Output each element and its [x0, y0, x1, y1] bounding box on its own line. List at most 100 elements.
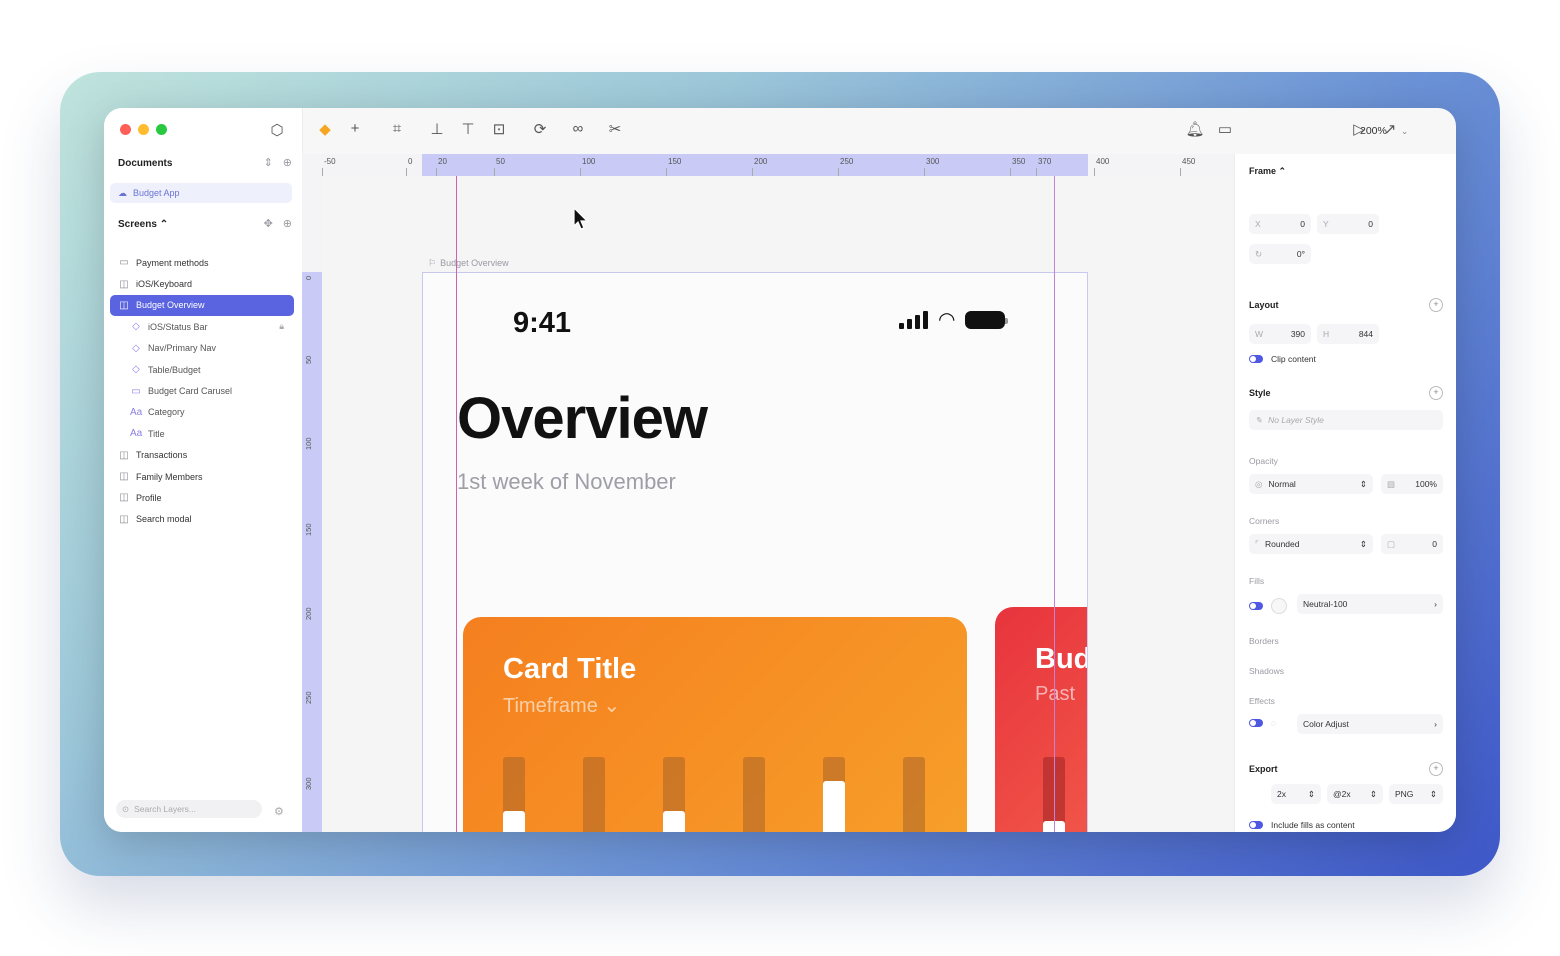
layer-item[interactable]: Aa Category	[110, 402, 294, 423]
layer-label: iOS/Keyboard	[136, 279, 193, 290]
document-item-budget-app[interactable]: ☁ Budget App	[110, 183, 292, 203]
layer-item[interactable]: ◇ Nav/Primary Nav	[110, 338, 294, 359]
ruler-tick-mark	[406, 168, 407, 176]
export-format-value: PNG	[1395, 789, 1414, 799]
layer-item[interactable]: ◇ Table/Budget	[110, 359, 294, 380]
effects-heading: Effects	[1249, 696, 1275, 706]
fill-row[interactable]	[1249, 598, 1287, 614]
insert-plus-icon[interactable]: +	[344, 120, 366, 137]
layer-item[interactable]: ▭ Budget Card Carusel	[110, 380, 294, 401]
components-cube-icon[interactable]: ⬡	[268, 122, 286, 140]
clip-content-row[interactable]: Clip content	[1249, 354, 1316, 364]
export-suffix-select[interactable]: @2x ⇕	[1327, 784, 1383, 804]
move-icon[interactable]: ✥	[264, 217, 273, 230]
layer-item[interactable]: ◇ iOS/Status Bar 🔒︎	[110, 316, 294, 337]
corner-icon: ⌜	[1255, 538, 1259, 549]
stamp-icon[interactable]: ⊥	[426, 120, 448, 138]
overview-title[interactable]: Overview	[457, 385, 708, 452]
link-icon[interactable]: ∞	[567, 120, 589, 137]
artboard-icon: ◫	[119, 492, 129, 504]
frame-label[interactable]: ⚐ Budget Overview	[428, 258, 509, 269]
prototype-icon[interactable]: ↗	[1379, 120, 1401, 138]
include-fills-row[interactable]: Include fills as content	[1249, 820, 1355, 830]
bell-icon[interactable]: 🔔︎	[1184, 120, 1206, 138]
symbol-icon[interactable]: ⟳	[529, 120, 551, 138]
comment-icon[interactable]: ▭	[1214, 120, 1236, 138]
overview-subtitle[interactable]: 1st week of November	[457, 469, 676, 495]
layer-item[interactable]: ▭ Payment methods	[110, 252, 294, 273]
ruler-tick-mark	[1010, 168, 1011, 176]
gear-icon[interactable]: ⚙	[274, 805, 284, 818]
crop-icon[interactable]: ⌗	[386, 120, 408, 137]
blend-mode-select[interactable]: ◎ Normal ⇕	[1249, 474, 1373, 494]
layer-item[interactable]: ◫ Profile	[110, 487, 294, 508]
budget-card-2[interactable]: Bud Past	[995, 607, 1088, 832]
layer-item[interactable]: ◫ Transactions	[110, 445, 294, 466]
card2-title: Bud	[1035, 643, 1088, 675]
add-layout-icon[interactable]: +	[1429, 298, 1443, 312]
include-fills-toggle[interactable]	[1249, 821, 1263, 829]
canvas[interactable]: ⚐ Budget Overview 9:41 ◠ Overview 1st we…	[322, 176, 1234, 832]
effect-name: Color Adjust	[1303, 719, 1349, 729]
ruler-tick-mark	[436, 168, 437, 176]
text-icon: Aa	[130, 428, 143, 440]
add-screen-icon[interactable]: ⊕	[283, 217, 292, 230]
card-bar	[743, 757, 765, 832]
layer-item[interactable]: ◫ Budget Overview	[110, 294, 294, 317]
layer-item[interactable]: Aa Title	[110, 423, 294, 444]
fill-color-select[interactable]: Neutral-100 ›	[1297, 594, 1443, 614]
corner-radius-field[interactable]: ▢ 0	[1381, 534, 1443, 554]
export-format-select[interactable]: PNG ⇕	[1389, 784, 1443, 804]
opacity-field[interactable]: ▧ 100%	[1381, 474, 1443, 494]
frame-heading[interactable]: Frame ⌃	[1249, 166, 1286, 177]
layer-item[interactable]: ◫ iOS/Keyboard	[110, 273, 294, 294]
layer-style-select[interactable]: ✎ No Layer Style	[1249, 410, 1443, 430]
ruler-tick-label: 400	[1096, 157, 1110, 166]
add-export-icon[interactable]: +	[1429, 762, 1443, 776]
y-field[interactable]: Y 0	[1317, 214, 1379, 234]
budget-card[interactable]: Card Title Timeframe ⌄	[463, 617, 967, 832]
ruler-tick-label: -50	[324, 157, 336, 166]
artboard-icon: ◫	[119, 449, 129, 461]
effect-row[interactable]: ◌	[1249, 718, 1276, 728]
frame-icon[interactable]: ⊡	[488, 120, 510, 138]
corner-radius-value: 0	[1432, 539, 1437, 549]
layer-label: Profile	[136, 492, 162, 503]
vertical-ruler[interactable]: 0 50 100 150 200 250 300	[302, 176, 323, 832]
search-layers-input[interactable]: ⊙ Search Layers...	[116, 800, 262, 818]
layer-item[interactable]: ◫ Search modal	[110, 509, 294, 530]
corner-style-value: Rounded	[1264, 539, 1300, 549]
effect-select[interactable]: Color Adjust ›	[1297, 714, 1443, 734]
ruler-tick-label: 150	[304, 523, 313, 536]
rotation-field[interactable]: ↻ 0°	[1249, 244, 1311, 264]
zoom-window-button[interactable]	[156, 124, 167, 135]
toolbar: ◆ + ⌗ ⊥ ⊤ ⊡ ⟳ ∞ ✂ 🔔︎ ▭ 200% ⌄ ▷ ↗ ⇱	[302, 108, 1456, 154]
close-window-button[interactable]	[120, 124, 131, 135]
minimize-window-button[interactable]	[138, 124, 149, 135]
sketch-diamond-icon[interactable]: ◆	[314, 120, 336, 138]
corner-style-select[interactable]: ⌜ Rounded ⇕	[1249, 534, 1373, 554]
add-document-icon[interactable]: ⊕	[283, 156, 292, 169]
component-icon: ◇	[132, 342, 140, 354]
fill-toggle[interactable]	[1249, 602, 1263, 610]
add-style-icon[interactable]: +	[1429, 386, 1443, 400]
height-field[interactable]: H 844	[1317, 324, 1379, 344]
opacity-heading: Opacity	[1249, 456, 1278, 466]
tools-icon[interactable]: ✂	[604, 120, 626, 138]
ruler-tick-label: 0	[408, 157, 413, 166]
text-style-icon[interactable]: ⊤	[457, 120, 479, 138]
width-field[interactable]: W 390	[1249, 324, 1311, 344]
ruler-tick-label: 20	[438, 157, 447, 166]
play-icon[interactable]: ▷	[1348, 120, 1370, 138]
clip-content-toggle[interactable]	[1249, 355, 1263, 363]
lock-icon[interactable]: 🔒︎	[279, 321, 284, 332]
export-scale-select[interactable]: 2x ⇕	[1271, 784, 1321, 804]
fill-swatch[interactable]	[1271, 598, 1287, 614]
horizontal-ruler[interactable]: -50 0 20 50 100 150 200 250 300 350 370 400 450	[302, 154, 1234, 177]
screens-heading[interactable]: Screens ⌃	[118, 219, 168, 230]
layer-item[interactable]: ◫ Family Members	[110, 466, 294, 487]
effect-toggle[interactable]	[1249, 719, 1263, 727]
document-settings-icon[interactable]: ⇕	[264, 156, 273, 169]
budget-overview-artboard[interactable]: 9:41 ◠ Overview 1st week of November Car…	[422, 272, 1088, 832]
x-field[interactable]: X 0	[1249, 214, 1311, 234]
